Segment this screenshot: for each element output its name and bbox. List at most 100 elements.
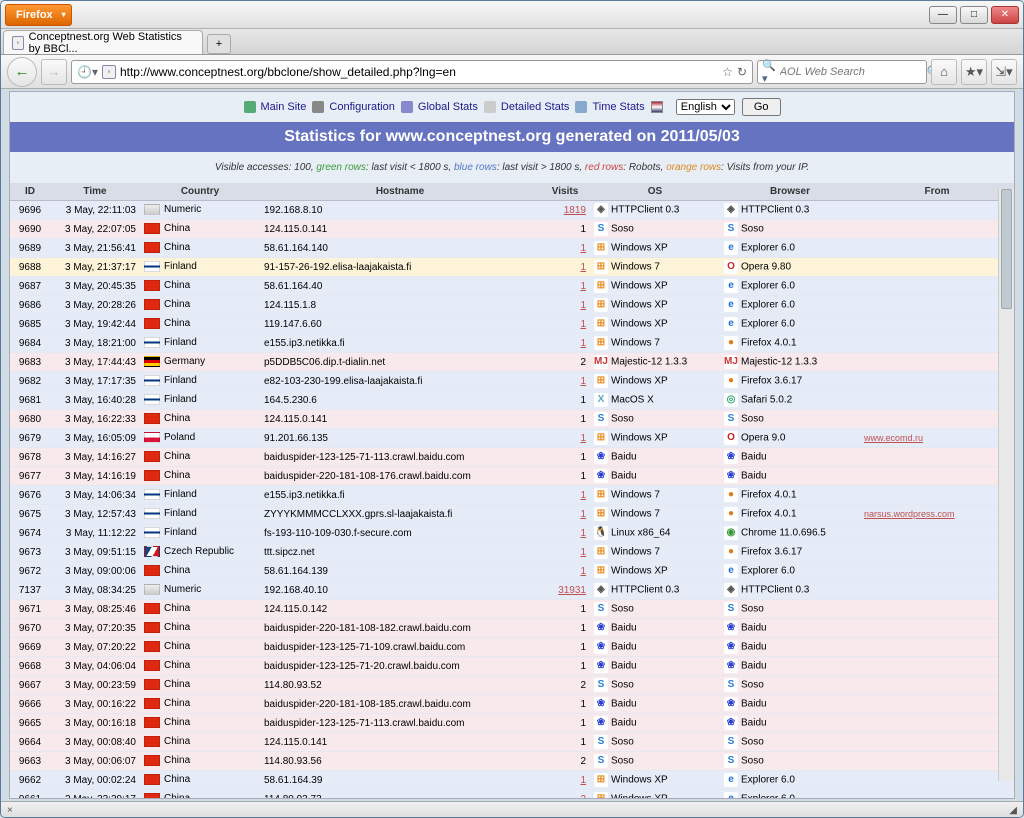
page-body: Main Site Configuration Global Stats Det… — [9, 91, 1015, 799]
os-icon: ⊞ — [594, 488, 608, 502]
os-icon: S — [594, 412, 608, 426]
table-row: 96733 May, 09:51:15Czech Republicttt.sip… — [10, 543, 1014, 562]
browser-icon: ❀ — [724, 697, 738, 711]
table-row: 96903 May, 22:07:05China124.115.0.1411SS… — [10, 220, 1014, 239]
nav-toolbar: ← → 🕘▾ ◦ ☆ ↻ 🔍▾ 🔍 ⌂ ★▾ ⇲▾ — [1, 55, 1023, 89]
nav-link[interactable]: Time Stats — [592, 101, 644, 113]
visits-link[interactable]: 1 — [580, 376, 586, 387]
browser-icon: MJ — [724, 355, 738, 369]
browser-icon: S — [724, 735, 738, 749]
visits-link[interactable]: 1 — [580, 243, 586, 254]
visits-link[interactable]: 1 — [580, 566, 586, 577]
browser-icon: e — [724, 241, 738, 255]
flag-icon — [144, 280, 160, 291]
home-button[interactable]: ⌂ — [931, 59, 957, 85]
window-controls: — □ ✕ — [929, 6, 1019, 24]
from-link[interactable]: www.ecomd.ru — [864, 433, 923, 443]
table-row: 96843 May, 18:21:00Finlande155.ip3.netik… — [10, 334, 1014, 353]
os-icon: ⊞ — [594, 792, 608, 799]
table-row: 96853 May, 19:42:44China119.147.6.601⊞Wi… — [10, 315, 1014, 334]
os-icon: S — [594, 754, 608, 768]
flag-icon — [144, 755, 160, 766]
nav-icon — [244, 101, 256, 113]
flag-icon — [144, 337, 160, 348]
url-input[interactable] — [120, 65, 718, 79]
table-row: 96883 May, 21:37:17Finland91-157-26-192.… — [10, 258, 1014, 277]
reload-icon[interactable]: ↻ — [737, 65, 747, 79]
visits-link[interactable]: 1819 — [564, 205, 586, 216]
table-row: 96753 May, 12:57:43FinlandZYYYKMMMCCLXXX… — [10, 505, 1014, 524]
nav-link[interactable]: Configuration — [329, 101, 394, 113]
nav-link[interactable]: Detailed Stats — [501, 101, 569, 113]
visits-link[interactable]: 1 — [580, 262, 586, 273]
visits-link[interactable]: 1 — [580, 300, 586, 311]
browser-icon: S — [724, 602, 738, 616]
stats-table: IDTimeCountryHostnameVisitsOSBrowserFrom… — [10, 183, 1014, 799]
close-button[interactable]: ✕ — [991, 6, 1019, 24]
scrollbar-thumb[interactable] — [1001, 189, 1012, 309]
os-icon: S — [594, 222, 608, 236]
flag-icon — [144, 223, 160, 234]
flag-icon — [144, 318, 160, 329]
browser-icon: ◉ — [724, 526, 738, 540]
go-button[interactable]: Go — [742, 98, 781, 116]
visits-link[interactable]: 1 — [580, 509, 586, 520]
forward-button[interactable]: → — [41, 59, 67, 85]
visits-link[interactable]: 31931 — [558, 585, 586, 596]
url-bar[interactable]: 🕘▾ ◦ ☆ ↻ — [71, 60, 753, 84]
browser-icon: e — [724, 298, 738, 312]
table-row: 96823 May, 17:17:35Finlande82-103-230-19… — [10, 372, 1014, 391]
visits-link[interactable]: 1 — [580, 433, 586, 444]
visits-link[interactable]: 1 — [580, 775, 586, 786]
browser-icon: ❀ — [724, 469, 738, 483]
visits-link[interactable]: 1 — [580, 528, 586, 539]
visits-link[interactable]: 1 — [580, 338, 586, 349]
os-icon: ⊞ — [594, 564, 608, 578]
browser-icon: ❀ — [724, 659, 738, 673]
new-tab-button[interactable]: + — [207, 34, 231, 54]
flag-icon — [144, 546, 160, 557]
nav-link[interactable]: Global Stats — [418, 101, 478, 113]
site-identity-icon[interactable]: ◦ — [102, 65, 116, 79]
tab-title: Conceptnest.org Web Statistics by BBCl..… — [29, 31, 194, 55]
status-close-icon[interactable]: × — [7, 805, 13, 816]
back-button[interactable]: ← — [7, 57, 37, 87]
visits-link[interactable]: 1 — [580, 281, 586, 292]
minimize-button[interactable]: — — [929, 6, 957, 24]
history-dropdown-icon[interactable]: 🕘▾ — [77, 65, 98, 79]
feed-button[interactable]: ⇲▾ — [991, 59, 1017, 85]
search-box[interactable]: 🔍▾ 🔍 — [757, 60, 927, 84]
visits-link[interactable]: 1 — [580, 490, 586, 501]
table-row: 96713 May, 08:25:46China124.115.0.1421SS… — [10, 600, 1014, 619]
maximize-button[interactable]: □ — [960, 6, 988, 24]
table-row: 96873 May, 20:45:35China58.61.164.401⊞Wi… — [10, 277, 1014, 296]
flag-icon — [144, 432, 160, 443]
os-icon: ❀ — [594, 659, 608, 673]
tab-active[interactable]: ◦ Conceptnest.org Web Statistics by BBCl… — [3, 30, 203, 54]
from-link[interactable]: narsus.wordpress.com — [864, 509, 955, 519]
column-header: Country — [140, 183, 260, 201]
scrollbar[interactable] — [998, 189, 1014, 781]
visits-link[interactable]: 1 — [580, 319, 586, 330]
content-area: Main Site Configuration Global Stats Det… — [1, 89, 1023, 801]
bookmark-star-icon[interactable]: ☆ — [722, 65, 733, 79]
bookmarks-button[interactable]: ★▾ — [961, 59, 987, 85]
firefox-menu-button[interactable]: Firefox — [5, 4, 72, 26]
search-input[interactable] — [780, 66, 923, 78]
browser-icon: e — [724, 773, 738, 787]
flag-icon — [144, 736, 160, 747]
nav-link[interactable]: Main Site — [261, 101, 307, 113]
visits-link[interactable]: 1 — [580, 547, 586, 558]
os-icon: ❀ — [594, 697, 608, 711]
visits-link[interactable]: 2 — [580, 794, 586, 800]
os-icon: ❀ — [594, 621, 608, 635]
os-icon: ⊞ — [594, 317, 608, 331]
browser-icon: e — [724, 279, 738, 293]
browser-icon: ◈ — [724, 203, 738, 217]
addon-icon[interactable]: ◢ — [1009, 805, 1017, 816]
browser-icon: ● — [724, 374, 738, 388]
language-select[interactable]: English — [676, 99, 735, 115]
search-engine-icon[interactable]: 🔍▾ — [762, 59, 776, 85]
flag-icon — [144, 603, 160, 614]
flag-icon — [144, 641, 160, 652]
